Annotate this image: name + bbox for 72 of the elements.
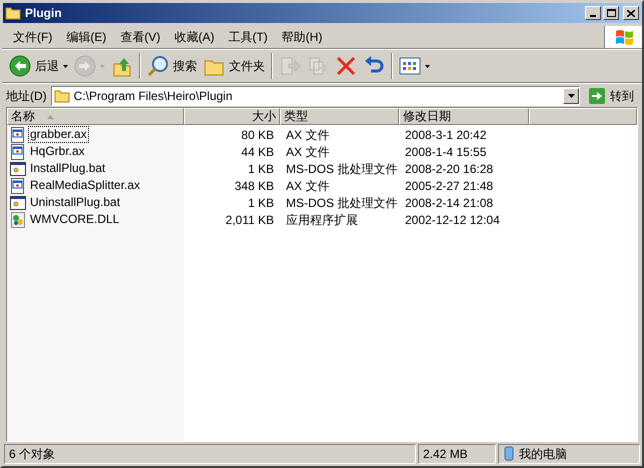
status-count: 6 个对象 — [4, 444, 416, 464]
minimize-button[interactable] — [585, 6, 601, 20]
table-cell-text: 2008-1-4 15:55 — [404, 144, 488, 160]
library-file-icon — [10, 212, 26, 228]
address-field[interactable]: C:\Program Files\Heiro\Plugin — [50, 86, 580, 106]
caret-icon — [568, 94, 574, 98]
status-size: 2.42 MB — [418, 444, 496, 464]
status-location: 我的电脑 — [498, 444, 640, 464]
component-file-icon — [10, 126, 26, 142]
folder-icon — [54, 88, 70, 102]
column-header[interactable]: 类型 — [280, 108, 399, 125]
table-cell-text: 2005-2-27 21:48 — [404, 178, 494, 194]
address-text: C:\Program Files\Heiro\Plugin — [74, 88, 234, 104]
maximize-button[interactable] — [603, 6, 619, 20]
table-cell-text: 1 KB — [246, 194, 275, 212]
folder-icon — [5, 6, 21, 20]
file-name[interactable]: HqGrbr.ax — [28, 143, 87, 160]
menu-item[interactable]: 文件(F) — [6, 26, 60, 48]
component-file-icon — [10, 144, 26, 160]
file-name[interactable]: RealMediaSplitter.ax — [28, 177, 142, 194]
minimize-icon — [590, 15, 596, 17]
menu-item[interactable]: 工具(T) — [221, 26, 275, 48]
table-cell-text: MS-DOS 批处理文件 — [285, 160, 398, 178]
search-button[interactable]: 搜索 — [144, 52, 200, 80]
table-cell-text: 2008-3-1 20:42 — [404, 126, 488, 144]
batch-file-icon — [10, 160, 26, 176]
batch-file-icon — [10, 194, 26, 210]
file-name[interactable]: UninstallPlug.bat — [28, 194, 122, 211]
table-cell-text: AX 文件 — [285, 178, 330, 194]
caret-icon — [100, 64, 105, 68]
table-cell-text: 348 KB — [234, 178, 275, 194]
file-name[interactable]: WMVCORE.DLL — [28, 211, 122, 228]
back-button[interactable]: 后退 — [6, 52, 71, 80]
menu-item[interactable]: 查看(V) — [113, 26, 168, 48]
table-cell-text: 80 KB — [240, 126, 275, 144]
table-cell-text: MS-DOS 批处理文件 — [285, 194, 398, 212]
dropdown-button[interactable] — [563, 88, 579, 104]
component-file-icon — [10, 178, 26, 194]
folders-button[interactable]: 文件夹 — [200, 52, 268, 80]
table-cell-text: AX 文件 — [285, 126, 330, 144]
views-icon — [399, 55, 421, 77]
column-header[interactable]: 大小 — [184, 108, 280, 125]
table-cell-text: AX 文件 — [285, 144, 330, 160]
caret-icon — [63, 64, 68, 68]
caret-icon — [425, 64, 430, 68]
close-button[interactable] — [623, 6, 639, 20]
menu-item[interactable]: 帮助(H) — [274, 26, 330, 48]
column-header[interactable]: 修改日期 — [399, 108, 529, 125]
menu-item[interactable]: 编辑(E) — [59, 26, 114, 48]
go-button[interactable]: 转到 — [584, 86, 638, 106]
flag-logo-icon — [614, 28, 634, 46]
table-cell-text: 44 KB — [240, 144, 275, 160]
table-cell-text: 1 KB — [246, 160, 275, 178]
table-cell-text: 应用程序扩展 — [285, 212, 359, 228]
move-to-icon — [279, 55, 301, 77]
table-cell-text: 2002-12-12 12:04 — [404, 212, 501, 228]
menu-item[interactable]: 收藏(A) — [167, 26, 222, 48]
column-header[interactable]: 名称 — [7, 108, 184, 125]
file-name[interactable]: InstallPlug.bat — [28, 160, 108, 177]
close-icon — [627, 10, 635, 16]
address-label: 地址(D) — [6, 88, 47, 104]
window-title: Plugin — [25, 5, 63, 22]
table-cell-text: 2008-2-20 16:28 — [404, 160, 494, 178]
maximize-icon — [606, 9, 616, 17]
close-icon — [335, 55, 357, 77]
computer-icon — [503, 446, 515, 462]
search-icon — [147, 55, 169, 77]
copy-to-icon — [307, 55, 329, 77]
table-cell-text: 2008-2-14 21:08 — [404, 194, 494, 212]
sort-arrow-icon — [47, 114, 54, 118]
table-cell-text: 2,011 KB — [224, 212, 275, 228]
file-name[interactable]: grabber.ax — [28, 126, 89, 143]
